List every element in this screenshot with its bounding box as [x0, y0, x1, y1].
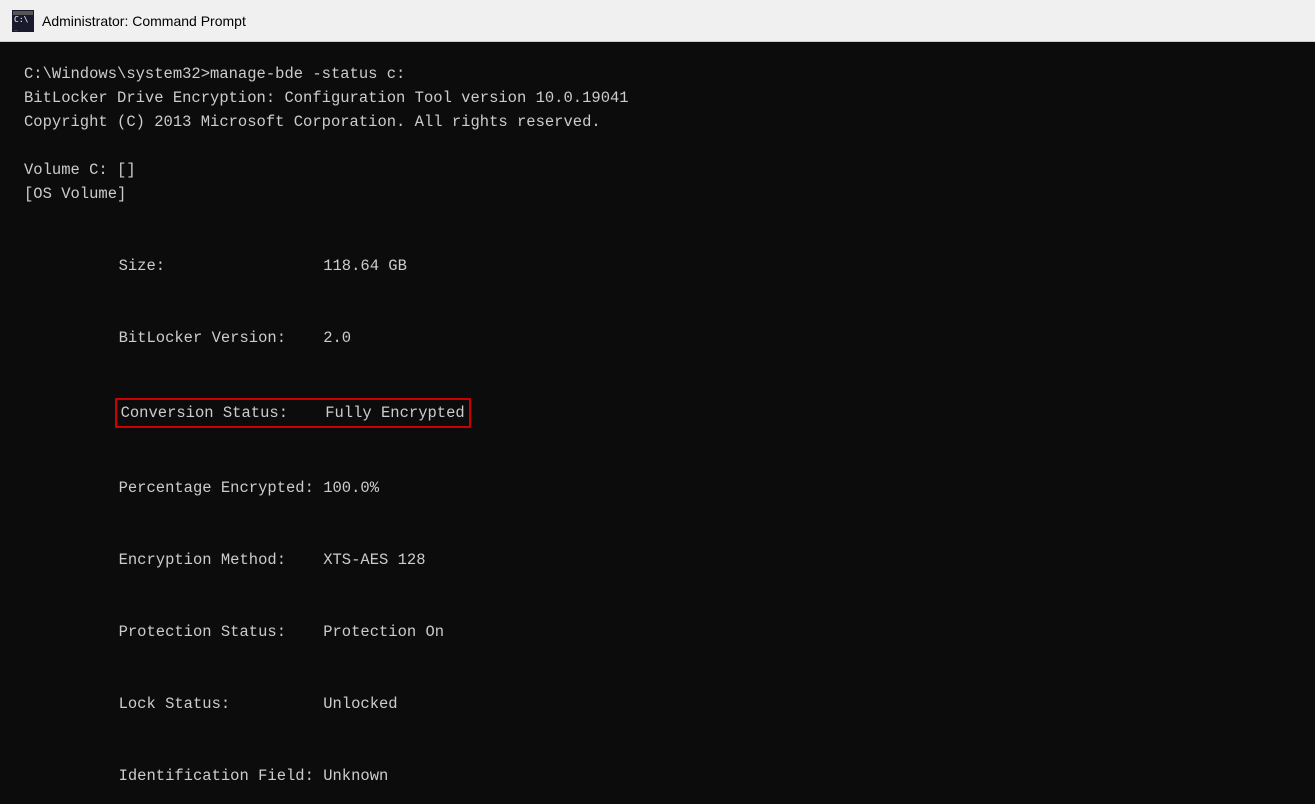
field-protection-status: Protection Status:Protection On [24, 596, 1291, 668]
field-label-encryption: Encryption Method: [119, 548, 324, 572]
volume-label-line: Volume C: [] [24, 158, 1291, 182]
field-label-protection: Protection Status: [119, 620, 324, 644]
prompt-line: C:\Windows\system32>manage-bde -status c… [24, 62, 1291, 86]
blank-line-2 [24, 206, 1291, 230]
fields-container: Size:118.64 GB BitLocker Version:2.0 Con… [24, 230, 1291, 804]
svg-text:_: _ [14, 24, 18, 31]
field-label-bitlocker: BitLocker Version: [119, 326, 324, 350]
field-percentage: Percentage Encrypted:100.0% [24, 452, 1291, 524]
console-area: C:\Windows\system32>manage-bde -status c… [0, 42, 1315, 804]
field-value-encryption: XTS-AES 128 [323, 551, 425, 569]
field-encryption-method: Encryption Method:XTS-AES 128 [24, 524, 1291, 596]
title-bar: C:\ _ Administrator: Command Prompt [0, 0, 1315, 42]
field-lock-status: Lock Status:Unlocked [24, 668, 1291, 740]
svg-text:C:\: C:\ [14, 15, 29, 24]
cmd-icon: C:\ _ [12, 10, 34, 32]
field-label-lock: Lock Status: [119, 692, 324, 716]
tool-name-line: BitLocker Drive Encryption: Configuratio… [24, 86, 1291, 110]
field-label-identification: Identification Field: [119, 764, 324, 788]
window-title: Administrator: Command Prompt [42, 13, 246, 29]
field-value-lock: Unlocked [323, 695, 397, 713]
conversion-status-highlight: Conversion Status:Fully Encrypted [115, 398, 471, 428]
field-value-bitlocker: 2.0 [323, 329, 351, 347]
field-label-size: Size: [119, 254, 324, 278]
field-bitlocker-version: BitLocker Version:2.0 [24, 302, 1291, 374]
field-value-size: 118.64 GB [323, 257, 407, 275]
field-size: Size:118.64 GB [24, 230, 1291, 302]
field-identification: Identification Field:Unknown [24, 740, 1291, 804]
field-label-conversion: Conversion Status: [121, 401, 326, 425]
field-conversion-status: Conversion Status:Fully Encrypted [24, 374, 1291, 452]
field-value-percentage: 100.0% [323, 479, 379, 497]
field-label-percentage: Percentage Encrypted: [119, 476, 324, 500]
os-volume-line: [OS Volume] [24, 182, 1291, 206]
blank-line-1 [24, 134, 1291, 158]
field-value-conversion: Fully Encrypted [325, 404, 465, 422]
field-value-identification: Unknown [323, 767, 388, 785]
copyright-line: Copyright (C) 2013 Microsoft Corporation… [24, 110, 1291, 134]
field-value-protection: Protection On [323, 623, 444, 641]
